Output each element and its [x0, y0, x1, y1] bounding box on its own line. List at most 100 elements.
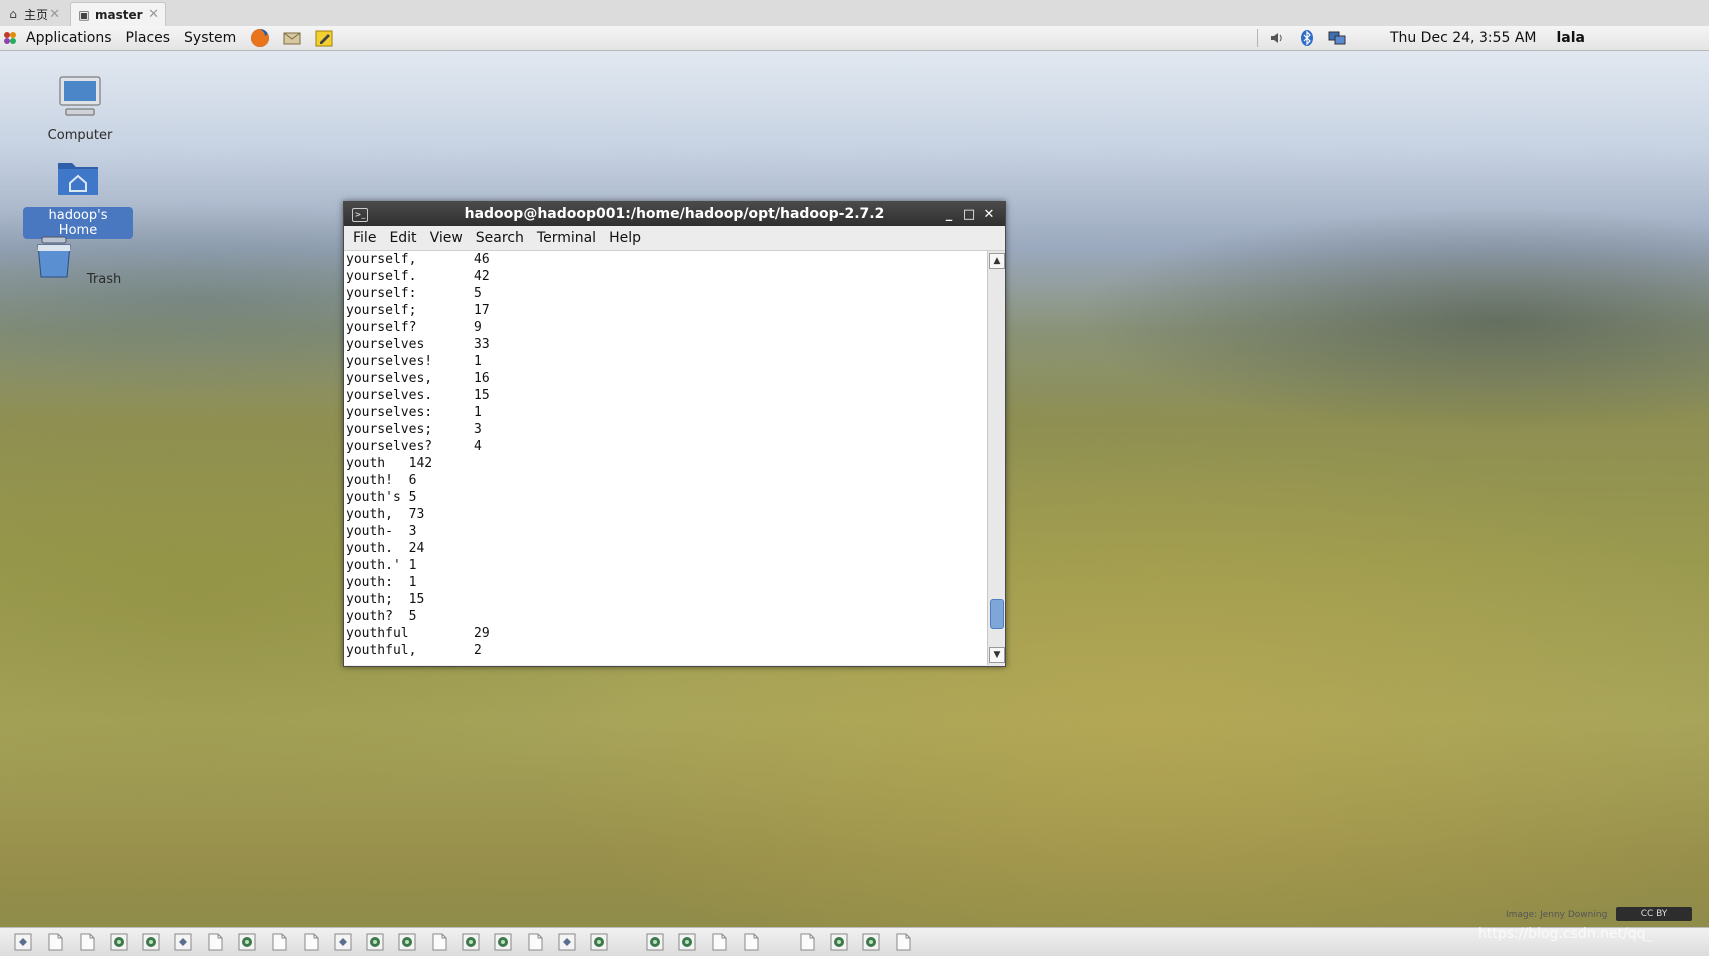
- taskbar-document-icon[interactable]: [270, 933, 288, 951]
- scroll-up-icon[interactable]: ▲: [989, 253, 1005, 269]
- scrollbar[interactable]: ▲ ▼: [987, 251, 1005, 665]
- close-tab-icon[interactable]: ✕: [148, 7, 159, 22]
- word: yourselves: [346, 337, 425, 352]
- terminal-line: youthful, 2: [344, 642, 987, 659]
- taskbar-window-icon[interactable]: [558, 933, 576, 951]
- terminal-menubar: File Edit View Search Terminal Help: [344, 226, 1005, 251]
- word: yourself?: [346, 320, 417, 335]
- window-titlebar[interactable]: >_ hadoop@hadoop001:/home/hadoop/opt/had…: [344, 202, 1005, 226]
- count: 1: [474, 354, 482, 369]
- taskbar-document-icon[interactable]: [894, 933, 912, 951]
- taskbar-app-icon[interactable]: [646, 933, 664, 951]
- scrollbar-thumb[interactable]: [990, 599, 1004, 629]
- taskbar-window-icon[interactable]: [14, 933, 32, 951]
- taskbar-window-icon[interactable]: [174, 933, 192, 951]
- terminal-line-text: youth- 3: [346, 524, 417, 539]
- desktop-icon-computer[interactable]: Computer: [25, 73, 135, 144]
- system-menu[interactable]: System: [184, 30, 236, 46]
- terminal-line: yourself? 9: [344, 319, 987, 336]
- taskbar-document-icon[interactable]: [46, 933, 64, 951]
- firefox-icon[interactable]: [250, 28, 270, 48]
- mail-icon[interactable]: [282, 28, 302, 48]
- places-menu[interactable]: Places: [126, 30, 171, 46]
- top-panel: Applications Places System Thu Dec 24, 3…: [0, 26, 1709, 51]
- computer-icon: [59, 76, 101, 116]
- menu-file[interactable]: File: [353, 230, 376, 246]
- applications-menu[interactable]: Applications: [26, 30, 112, 46]
- terminal-line: youth 142: [344, 455, 987, 472]
- count: 2: [474, 643, 482, 658]
- terminal-line: youth- 3: [344, 523, 987, 540]
- taskbar-app-icon[interactable]: [238, 933, 256, 951]
- taskbar-document-icon[interactable]: [206, 933, 224, 951]
- menu-edit[interactable]: Edit: [389, 230, 416, 246]
- taskbar-document-icon[interactable]: [798, 933, 816, 951]
- word: yourself,: [346, 252, 417, 267]
- terminal-line: yourselves: 1: [344, 404, 987, 421]
- tab-master[interactable]: ▣ master ✕: [70, 2, 166, 26]
- panel-separator: [1256, 29, 1258, 47]
- count: 42: [474, 269, 490, 284]
- terminal-line: yourself: 5: [344, 285, 987, 302]
- taskbar-app-icon[interactable]: [862, 933, 880, 951]
- menu-view[interactable]: View: [430, 230, 463, 246]
- taskbar-app-icon[interactable]: [110, 933, 128, 951]
- terminal-line-text: youth.' 1: [346, 558, 417, 573]
- bluetooth-icon[interactable]: [1298, 29, 1316, 47]
- applications-icon: [4, 32, 16, 44]
- word: yourselves,: [346, 371, 433, 386]
- count: 3: [474, 422, 482, 437]
- word: yourself;: [346, 303, 417, 318]
- terminal-line-text: youth? 5: [346, 609, 417, 624]
- count: 46: [474, 252, 490, 267]
- terminal-line: yourselves 33: [344, 336, 987, 353]
- count: 1: [474, 405, 482, 420]
- desktop-icon-home[interactable]: hadoop's Home: [23, 153, 133, 239]
- menu-search[interactable]: Search: [476, 230, 524, 246]
- taskbar-document-icon[interactable]: [302, 933, 320, 951]
- word: yourselves:: [346, 405, 433, 420]
- menu-terminal[interactable]: Terminal: [537, 230, 596, 246]
- tab-home[interactable]: ⌂ 主页 ✕: [0, 2, 66, 26]
- taskbar-app-icon[interactable]: [366, 933, 384, 951]
- taskbar-document-icon[interactable]: [78, 933, 96, 951]
- count: 15: [474, 388, 490, 403]
- scroll-down-icon[interactable]: ▼: [989, 647, 1005, 663]
- clock[interactable]: Thu Dec 24, 3:55 AM: [1390, 30, 1537, 46]
- close-icon[interactable]: ✕: [979, 204, 999, 224]
- desktop-icon-trash[interactable]: Trash: [23, 233, 133, 288]
- close-tab-icon[interactable]: ✕: [49, 7, 60, 22]
- user-menu[interactable]: lala: [1557, 30, 1586, 46]
- terminal-window[interactable]: >_ hadoop@hadoop001:/home/hadoop/opt/had…: [343, 201, 1006, 667]
- word: youthful: [346, 626, 409, 641]
- taskbar-app-icon[interactable]: [142, 933, 160, 951]
- taskbar-document-icon[interactable]: [526, 933, 544, 951]
- taskbar-window-icon[interactable]: [334, 933, 352, 951]
- taskbar-app-icon[interactable]: [494, 933, 512, 951]
- network-icon[interactable]: [1328, 29, 1346, 47]
- taskbar-app-icon[interactable]: [830, 933, 848, 951]
- terminal-line: yourself; 17: [344, 302, 987, 319]
- tab-strip: ⌂ 主页 ✕ ▣ master ✕: [0, 0, 1709, 27]
- taskbar-app-icon[interactable]: [678, 933, 696, 951]
- minimize-icon[interactable]: _: [939, 204, 959, 224]
- terminal-output[interactable]: yourself, 46 yourself. 42 yourself: 5 yourself…: [344, 251, 987, 665]
- volume-icon[interactable]: [1268, 29, 1286, 47]
- notes-icon[interactable]: [314, 28, 334, 48]
- terminal-line: yourself, 46: [344, 251, 987, 268]
- bottom-taskbar: [0, 927, 1709, 956]
- taskbar-app-icon[interactable]: [398, 933, 416, 951]
- terminal-line: yourselves! 1: [344, 353, 987, 370]
- taskbar-document-icon[interactable]: [742, 933, 760, 951]
- terminal-line-text: youth, 73: [346, 507, 425, 522]
- menu-help[interactable]: Help: [609, 230, 641, 246]
- terminal-line: youthful 29: [344, 625, 987, 642]
- word: yourself.: [346, 269, 417, 284]
- count: 33: [474, 337, 490, 352]
- taskbar-document-icon[interactable]: [430, 933, 448, 951]
- taskbar-document-icon[interactable]: [710, 933, 728, 951]
- taskbar-app-icon[interactable]: [462, 933, 480, 951]
- maximize-icon[interactable]: □: [959, 204, 979, 224]
- count: 5: [474, 286, 482, 301]
- taskbar-app-icon[interactable]: [590, 933, 608, 951]
